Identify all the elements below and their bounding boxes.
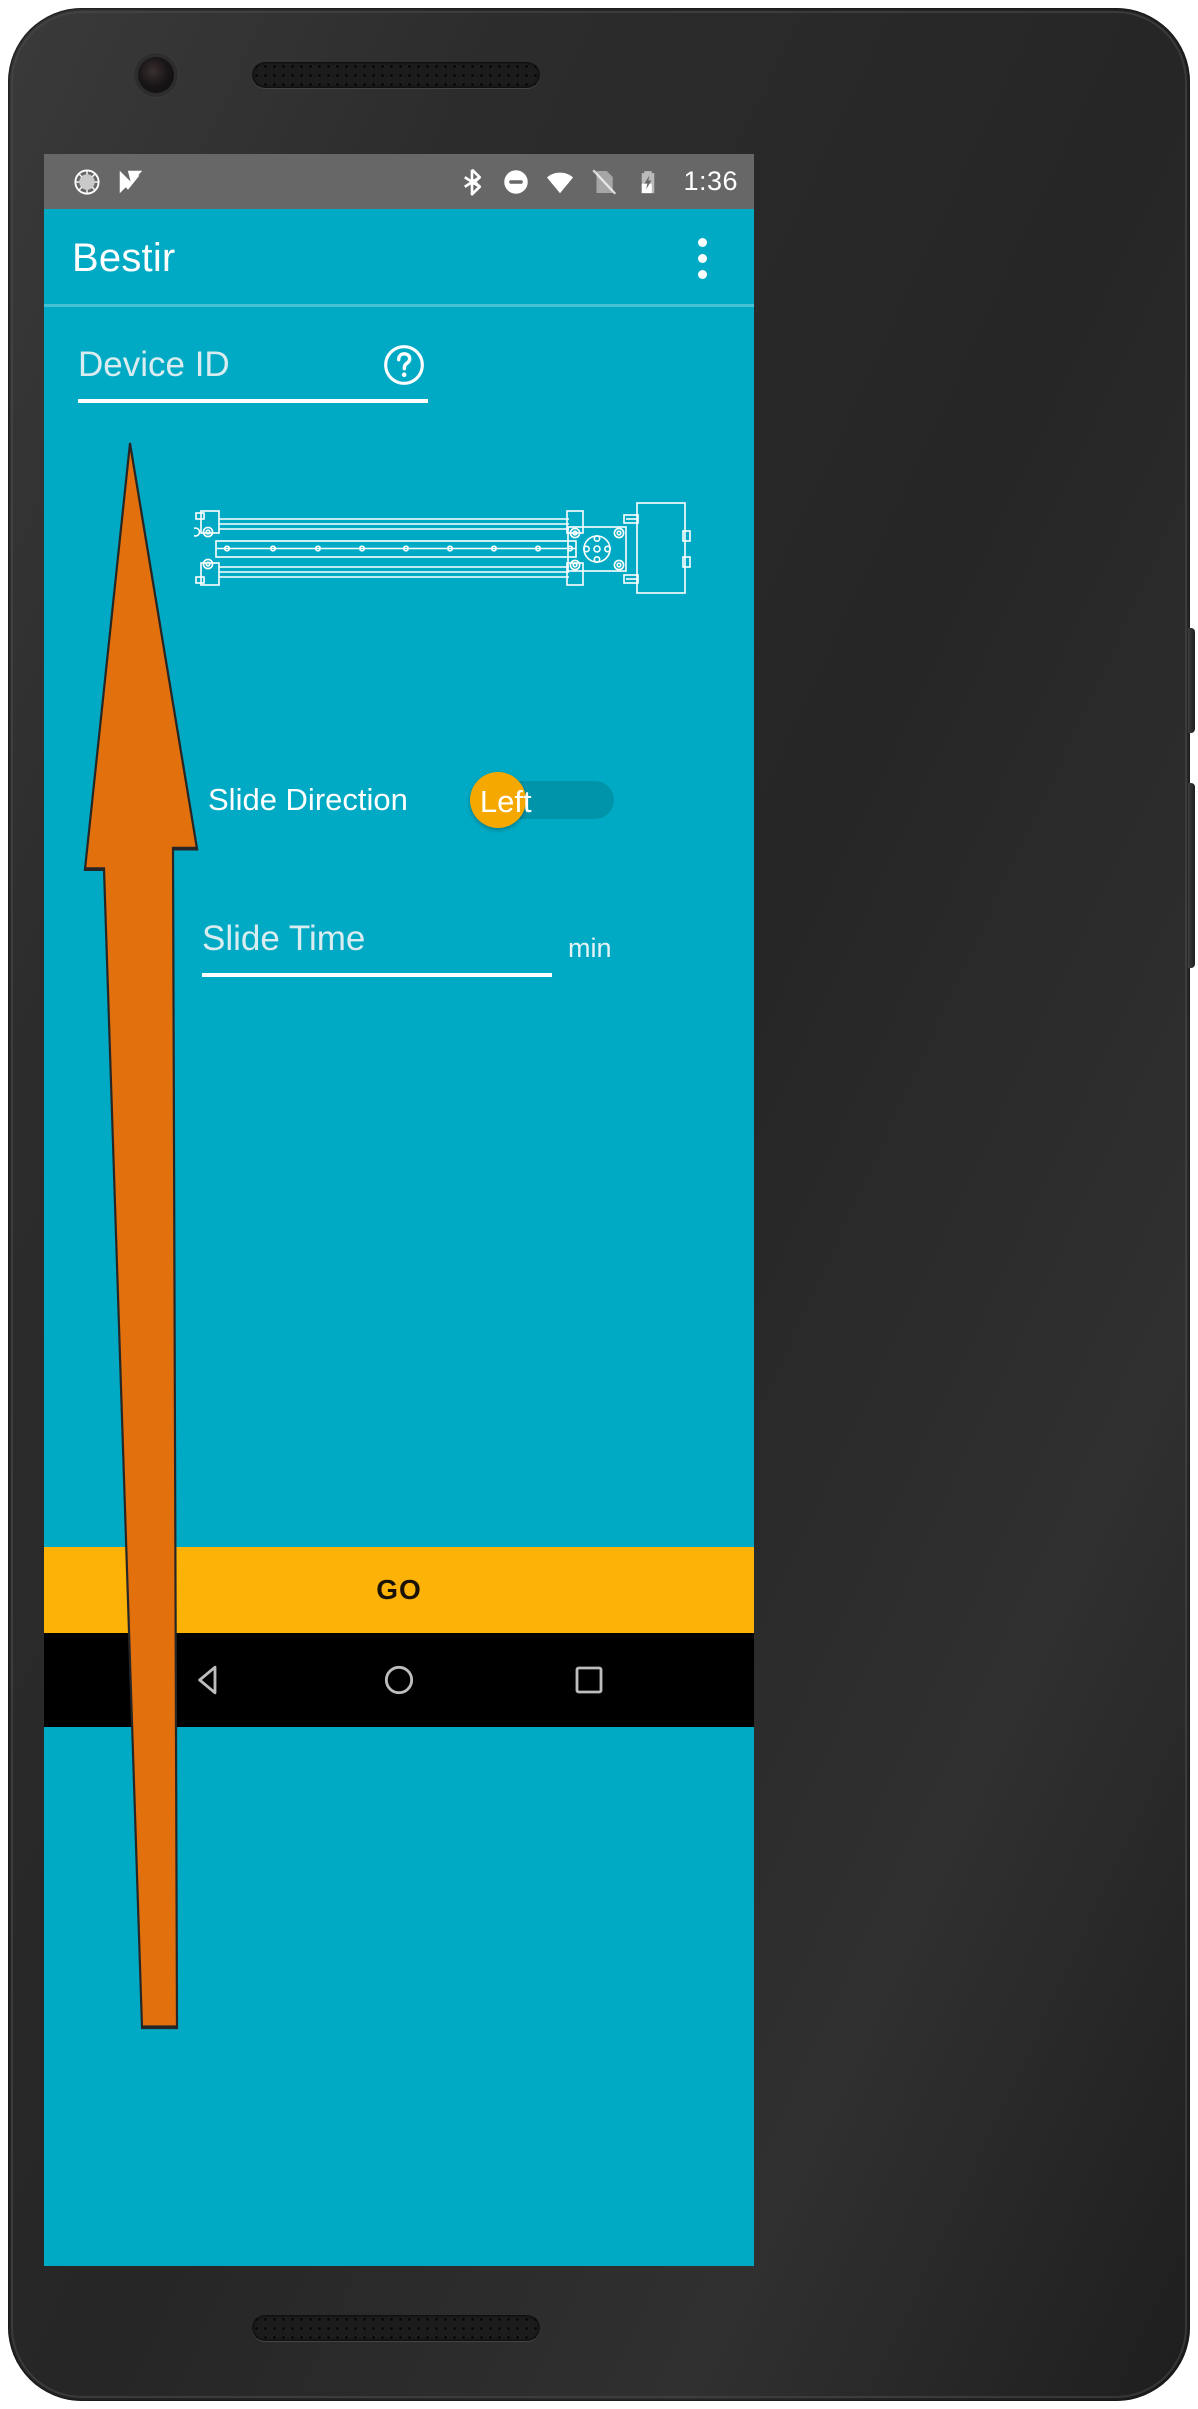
overflow-dot xyxy=(697,253,707,263)
slide-time-input[interactable] xyxy=(202,919,552,977)
go-button[interactable]: GO xyxy=(44,1547,754,1633)
back-button[interactable] xyxy=(172,1643,246,1717)
circle-icon xyxy=(384,1665,414,1695)
help-circle-icon[interactable] xyxy=(382,343,426,387)
status-bar-left-icons xyxy=(72,167,146,197)
slide-time-field xyxy=(202,919,552,977)
app-bar: Bestir xyxy=(44,209,754,307)
bottom-speaker xyxy=(252,2315,540,2341)
home-button[interactable] xyxy=(362,1643,436,1717)
linear-slide-rail-diagram xyxy=(194,502,691,594)
recents-button[interactable] xyxy=(552,1643,626,1717)
status-bar-clock: 1:36 xyxy=(683,166,738,196)
slide-direction-row: Slide Direction Left xyxy=(44,772,754,828)
app-title: Bestir xyxy=(72,235,176,280)
phone-frame: 1:36 Bestir Device ID Slide Direction Le… xyxy=(8,8,1195,2401)
phone-screen: 1:36 Bestir Device ID Slide Direction Le… xyxy=(44,154,754,2266)
triangle-left-icon xyxy=(198,1665,217,1695)
brightness-dial-icon xyxy=(74,168,100,195)
status-bar[interactable]: 1:36 xyxy=(44,154,754,209)
volume-button[interactable] xyxy=(1188,783,1195,968)
navigation-bar xyxy=(44,1633,754,1727)
overflow-menu-button[interactable] xyxy=(674,230,730,286)
front-camera-icon xyxy=(138,57,174,93)
main-content: Slide Direction Left min xyxy=(44,307,754,2030)
slide-direction-label: Slide Direction xyxy=(208,782,408,817)
status-bar-right-icons: 1:36 xyxy=(457,166,738,197)
power-button[interactable] xyxy=(1188,628,1195,733)
battery-charging-icon xyxy=(642,170,655,193)
square-icon xyxy=(575,1666,603,1694)
checkmark-app-icon xyxy=(119,170,143,193)
go-button-label: GO xyxy=(376,1574,422,1605)
wifi-icon xyxy=(547,172,574,193)
overflow-dot xyxy=(697,269,707,279)
do-not-disturb-icon xyxy=(504,169,529,194)
slide-time-unit-label: min xyxy=(568,933,612,963)
overflow-dot xyxy=(697,237,707,247)
slide-direction-switch[interactable]: Left xyxy=(469,772,614,828)
no-sim-icon xyxy=(592,168,617,195)
bluetooth-icon xyxy=(464,168,482,196)
switch-thumb[interactable] xyxy=(469,772,526,828)
earpiece-speaker xyxy=(252,62,540,88)
device-id-input[interactable] xyxy=(78,345,428,403)
device-id-field xyxy=(78,345,428,403)
